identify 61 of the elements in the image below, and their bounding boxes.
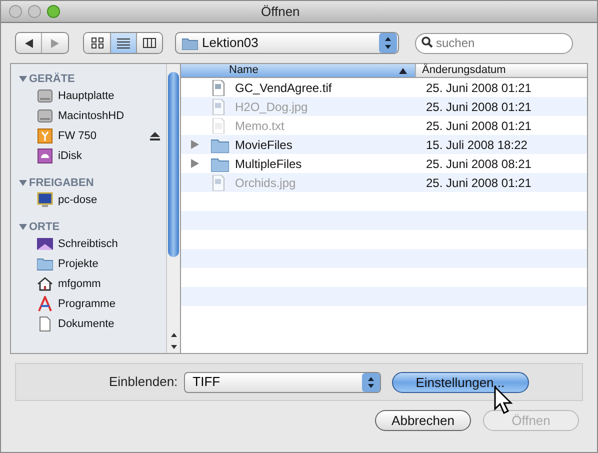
format-popup[interactable]: TIFF [184, 372, 381, 392]
stepper-icon [362, 372, 380, 392]
window-title: Öffnen [261, 2, 300, 21]
close-button[interactable] [9, 5, 22, 18]
column-header[interactable]: Name [181, 64, 416, 77]
view-columns-button[interactable] [136, 33, 162, 53]
date-cell-text: 25. Juni 2008 08:21 [425, 156, 532, 172]
disclosure-icon[interactable] [19, 223, 27, 231]
sidebar-item[interactable]: Projekte [58, 256, 160, 272]
date-cell-text: 25. Juni 2008 01:21 [425, 174, 532, 192]
document-icon [37, 316, 53, 332]
desktop-icon [37, 236, 53, 252]
folder-icon [182, 36, 198, 50]
sidebar-item[interactable]: pc-dose [58, 192, 160, 208]
sidebar-section-title: ORTE [29, 220, 60, 235]
file-name[interactable]: MultipleFiles [235, 154, 302, 172]
view-icons-button[interactable] [84, 33, 110, 53]
sort-arrow-icon [399, 68, 407, 74]
eject-icon[interactable] [150, 132, 160, 140]
sidebar-item[interactable]: FW 750 [58, 128, 150, 144]
disclosure-icon[interactable] [191, 159, 199, 168]
date-cell-text: 25. Juni 2008 01:21 [425, 80, 532, 96]
stepper-icon [379, 33, 397, 53]
file-name[interactable]: GC_VendAgree.tif [235, 78, 332, 96]
date-cell-text: 25. Juni 2008 01:21 [425, 98, 532, 116]
scrollbar[interactable] [166, 64, 180, 353]
sidebar-item[interactable]: Dokumente [58, 316, 160, 332]
disclosure-icon[interactable] [19, 75, 27, 83]
file-name[interactable]: MovieFiles [235, 136, 292, 154]
zoom-button[interactable] [47, 5, 60, 18]
list-view-icon [117, 37, 130, 49]
sidebar-item[interactable]: Schreibtisch [58, 236, 160, 252]
location-popup[interactable]: Lektion03 [175, 32, 399, 54]
disclosure-icon[interactable] [191, 140, 199, 149]
sidebar-section-title: GERÄTE [29, 72, 75, 87]
sidebar-item[interactable]: Programme [58, 296, 160, 312]
settings-button[interactable]: Einstellungen... [392, 372, 529, 392]
minimize-button[interactable] [28, 5, 41, 18]
columns-view-icon [143, 37, 156, 49]
column-header[interactable]: Änderungsdatum [416, 64, 587, 77]
sidebar-item[interactable]: iDisk [58, 148, 160, 164]
sidebar-item[interactable]: mfgomm [58, 276, 160, 292]
apps-icon [37, 296, 53, 312]
search-field[interactable]: suchen [415, 32, 573, 54]
date-cell-text: 25. Juni 2008 01:21 [425, 118, 532, 134]
forward-icon [51, 38, 59, 48]
sidebar-item[interactable]: Hauptplatte [58, 88, 160, 104]
scroll-thumb[interactable] [168, 72, 179, 257]
sidebar-section-title: FREIGABEN [29, 176, 94, 191]
disclosure-icon[interactable] [19, 179, 27, 187]
icons-view-icon [90, 37, 104, 49]
format-label: Einblenden: [109, 373, 178, 392]
home-icon [37, 276, 53, 292]
back-icon [24, 38, 32, 48]
folder-icon [37, 256, 53, 272]
sidebar-item[interactable]: MacintoshHD [58, 108, 160, 124]
computer-icon [37, 192, 53, 208]
date-cell-text: 15. Juli 2008 18:22 [425, 136, 528, 154]
cancel-button[interactable]: Abbrechen [375, 410, 471, 431]
view-list-button[interactable] [110, 33, 136, 53]
search-icon [421, 36, 433, 48]
